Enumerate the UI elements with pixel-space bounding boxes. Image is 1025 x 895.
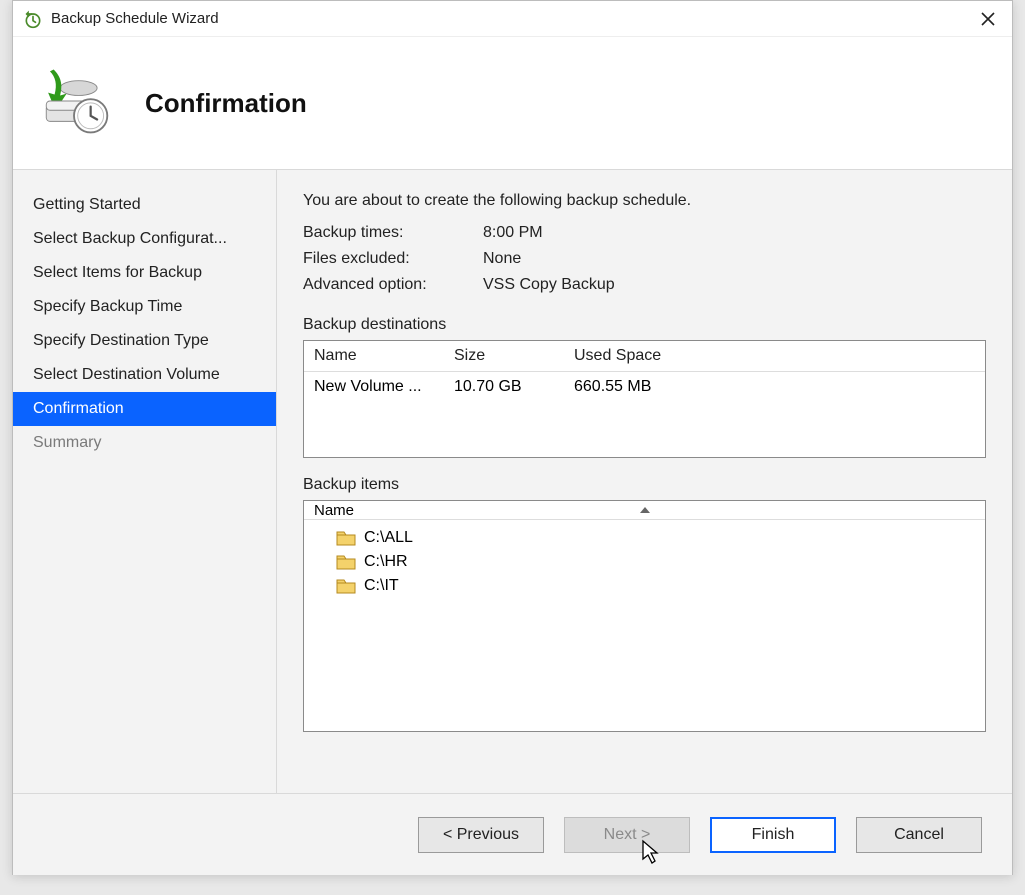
files-excluded-label: Files excluded: xyxy=(303,250,483,268)
backup-item-row[interactable]: C:\IT xyxy=(304,574,985,598)
step-specify-backup-time[interactable]: Specify Backup Time xyxy=(13,290,276,324)
destination-size: 10.70 GB xyxy=(454,378,574,396)
backup-times-value: 8:00 PM xyxy=(483,224,543,242)
destinations-header-row: Name Size Used Space xyxy=(304,341,985,372)
next-button: Next > xyxy=(564,817,690,853)
kv-advanced-option: Advanced option: VSS Copy Backup xyxy=(303,272,986,298)
close-button[interactable] xyxy=(968,4,1008,34)
step-select-destination-volume[interactable]: Select Destination Volume xyxy=(13,358,276,392)
step-getting-started[interactable]: Getting Started xyxy=(13,188,276,222)
page-title: Confirmation xyxy=(145,88,307,119)
wizard-body: Getting Started Select Backup Configurat… xyxy=(13,169,1012,793)
wizard-steps-nav: Getting Started Select Backup Configurat… xyxy=(13,170,277,793)
col-size-header[interactable]: Size xyxy=(454,347,574,365)
backup-destinations-list[interactable]: Name Size Used Space New Volume ... 10.7… xyxy=(303,340,986,458)
step-summary: Summary xyxy=(13,426,276,460)
cancel-button[interactable]: Cancel xyxy=(856,817,982,853)
backup-items-label: Backup items xyxy=(303,476,986,494)
wizard-content: You are about to create the following ba… xyxy=(277,170,1012,793)
col-name-header[interactable]: Name xyxy=(314,347,454,365)
backup-destinations-label: Backup destinations xyxy=(303,316,986,334)
backup-times-label: Backup times: xyxy=(303,224,483,242)
folder-icon xyxy=(336,529,356,547)
window-title: Backup Schedule Wizard xyxy=(51,10,968,27)
step-select-backup-config[interactable]: Select Backup Configurat... xyxy=(13,222,276,256)
kv-backup-times: Backup times: 8:00 PM xyxy=(303,220,986,246)
backup-item-path: C:\IT xyxy=(364,577,399,595)
destination-row[interactable]: New Volume ... 10.70 GB 660.55 MB xyxy=(304,372,985,402)
backup-items-list[interactable]: Name C:\ALL C:\HR xyxy=(303,500,986,732)
advanced-option-label: Advanced option: xyxy=(303,276,483,294)
folder-icon xyxy=(336,577,356,595)
advanced-option-value: VSS Copy Backup xyxy=(483,276,615,294)
titlebar: Backup Schedule Wizard xyxy=(13,1,1012,37)
intro-text: You are about to create the following ba… xyxy=(303,192,986,210)
backup-item-path: C:\HR xyxy=(364,553,408,571)
destination-name: New Volume ... xyxy=(314,378,454,396)
step-specify-destination-type[interactable]: Specify Destination Type xyxy=(13,324,276,358)
destination-used: 660.55 MB xyxy=(574,378,734,396)
sort-ascending-icon xyxy=(640,507,650,513)
kv-files-excluded: Files excluded: None xyxy=(303,246,986,272)
items-header-row[interactable]: Name xyxy=(304,501,985,520)
items-col-name-header: Name xyxy=(314,502,354,519)
backup-item-path: C:\ALL xyxy=(364,529,413,547)
wizard-header-icon xyxy=(29,64,119,142)
wizard-footer: < Previous Next > Finish Cancel xyxy=(13,793,1012,875)
backup-item-row[interactable]: C:\ALL xyxy=(304,526,985,550)
items-body: C:\ALL C:\HR C:\IT xyxy=(304,520,985,604)
wizard-header: Confirmation xyxy=(13,37,1012,169)
step-confirmation[interactable]: Confirmation xyxy=(13,392,276,426)
files-excluded-value: None xyxy=(483,250,521,268)
wizard-steps-list: Getting Started Select Backup Configurat… xyxy=(13,188,276,460)
finish-button[interactable]: Finish xyxy=(710,817,836,853)
step-select-items[interactable]: Select Items for Backup xyxy=(13,256,276,290)
folder-icon xyxy=(336,553,356,571)
app-icon xyxy=(23,9,43,29)
backup-item-row[interactable]: C:\HR xyxy=(304,550,985,574)
wizard-dialog: Backup Schedule Wizard Confirmation xyxy=(12,0,1013,875)
col-used-header[interactable]: Used Space xyxy=(574,347,734,365)
previous-button[interactable]: < Previous xyxy=(418,817,544,853)
